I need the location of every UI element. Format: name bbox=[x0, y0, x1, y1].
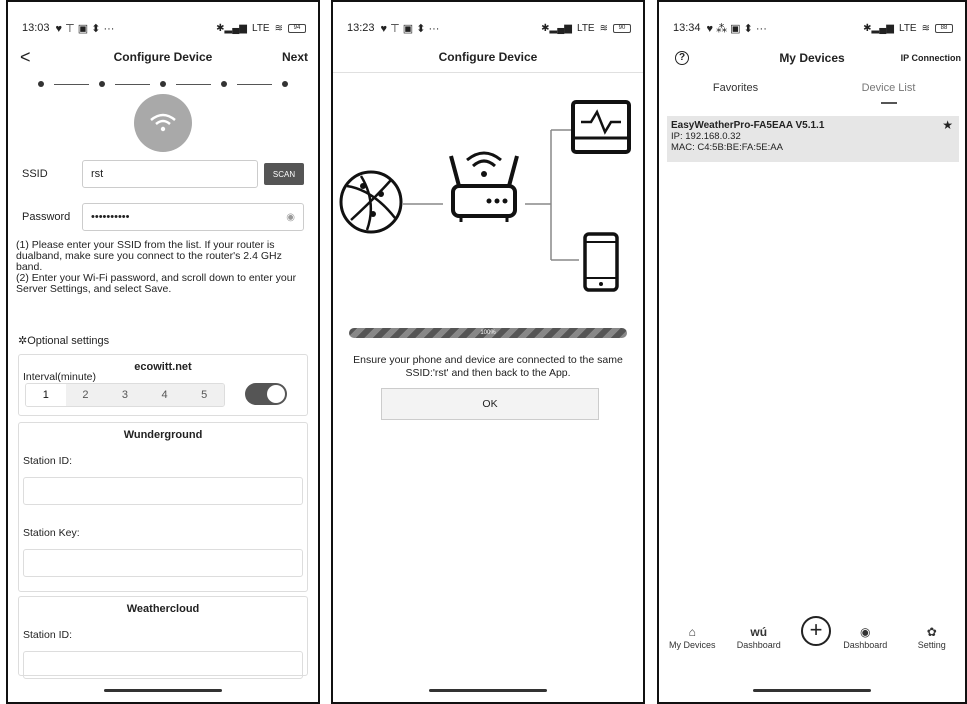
ssid-row: SSID rst SCAN bbox=[22, 159, 304, 189]
globe-icon bbox=[339, 170, 403, 234]
network-diagram bbox=[339, 100, 631, 292]
station-id-input[interactable] bbox=[23, 651, 303, 679]
device-mac: MAC: C4:5B:BE:FA:5E:AA bbox=[671, 142, 783, 153]
signal-icon: ✱▂▄▆ bbox=[541, 22, 572, 34]
station-id-label: Station ID: bbox=[23, 455, 73, 467]
step-dot bbox=[38, 81, 44, 87]
monitor-icon bbox=[571, 100, 631, 154]
step-dot bbox=[282, 81, 288, 87]
interval-option[interactable]: 4 bbox=[144, 384, 185, 406]
password-label: Password bbox=[22, 211, 71, 223]
password-value: •••••••••• bbox=[91, 211, 130, 223]
battery-icon: 94 bbox=[288, 23, 306, 33]
wu-icon: wú bbox=[750, 625, 768, 639]
status-time: 13:34 bbox=[673, 22, 701, 34]
wunderground-title: Wunderground bbox=[123, 429, 203, 441]
connection-message: Ensure your phone and device are connect… bbox=[353, 354, 623, 379]
dashboard-icon: ◉ bbox=[860, 625, 871, 639]
instructions-text: (1) Please enter your SSID from the list… bbox=[16, 239, 297, 295]
back-button[interactable]: < bbox=[20, 47, 31, 68]
status-bar: 13:03 ♥ ⊤ ▣ ⬍ ··· ✱▂▄▆ LTE ≋ 94 bbox=[22, 20, 306, 36]
star-icon[interactable]: ★ bbox=[942, 119, 953, 131]
tab-favorites[interactable]: Favorites bbox=[659, 82, 812, 108]
setting-icon: ✿ bbox=[926, 625, 937, 639]
tab-device-list[interactable]: Device List bbox=[812, 82, 965, 108]
phone-configure-progress: 13:23 ♥ ⊤ ▣ ⬍ ··· ✱▂▄▆ LTE ≋ 90 Configure De… bbox=[331, 0, 645, 704]
home-indicator bbox=[104, 689, 222, 692]
phone-icon bbox=[583, 232, 619, 292]
step-dot bbox=[99, 81, 105, 87]
interval-selector: 1 2 3 4 5 bbox=[25, 383, 225, 407]
ok-button[interactable]: OK bbox=[381, 388, 599, 420]
interval-option[interactable]: 2 bbox=[65, 384, 106, 406]
password-input[interactable]: •••••••••• ◉ bbox=[82, 203, 304, 231]
eye-icon[interactable]: ◉ bbox=[286, 212, 295, 223]
nav-my-devices[interactable]: ⌂ My Devices bbox=[663, 624, 721, 664]
ecowitt-toggle[interactable] bbox=[245, 383, 287, 405]
router-icon bbox=[449, 151, 519, 222]
interval-option[interactable]: 3 bbox=[105, 384, 145, 406]
help-icon[interactable]: ? bbox=[675, 51, 689, 65]
step-indicator bbox=[38, 80, 288, 88]
status-time: 13:03 bbox=[22, 22, 50, 34]
nav-dashboard[interactable]: ◉ Dashboard bbox=[836, 624, 894, 664]
wunderground-card: Wunderground Station ID: Station Key: bbox=[18, 422, 308, 592]
device-tabs: Favorites Device List bbox=[659, 82, 965, 108]
status-icons: ♥ ⊤ ▣ ⬍ ··· bbox=[380, 22, 440, 35]
weathercloud-title: Weathercloud bbox=[126, 603, 200, 615]
device-card[interactable]: EasyWeatherPro-FA5EAA V5.1.1 IP: 192.168… bbox=[667, 116, 959, 162]
interval-option[interactable]: 5 bbox=[184, 384, 224, 406]
optional-settings-title: ✲Optional settings bbox=[18, 335, 110, 347]
signal-icon: ✱▂▄▆ bbox=[863, 22, 894, 34]
ssid-input[interactable]: rst bbox=[82, 160, 258, 188]
gear-icon: ✲ bbox=[18, 335, 28, 347]
bottom-nav: ⌂ My Devices wú Dashboard ◉ Dashboard ✿ Sett… bbox=[659, 624, 965, 664]
page-title: Configure Device bbox=[438, 50, 538, 64]
nav-bar: ? My Devices IP Connection bbox=[659, 48, 965, 68]
scan-button[interactable]: SCAN bbox=[264, 163, 304, 185]
status-bar: 13:23 ♥ ⊤ ▣ ⬍ ··· ✱▂▄▆ LTE ≋ 90 bbox=[347, 20, 631, 36]
signal-icon: ✱▂▄▆ bbox=[216, 22, 247, 34]
nav-bar: < Configure Device Next bbox=[8, 42, 318, 72]
battery-icon: 90 bbox=[613, 23, 631, 33]
ecowitt-card: ecowitt.net Interval(minute) 1 2 3 4 5 bbox=[18, 354, 308, 416]
weathercloud-card: Weathercloud Station ID: bbox=[18, 596, 308, 679]
wifi-status-icon: ≋ bbox=[921, 22, 930, 34]
wifi-status-icon: ≋ bbox=[274, 22, 283, 34]
device-name: EasyWeatherPro-FA5EAA V5.1.1 bbox=[671, 120, 825, 131]
nav-wu-dashboard[interactable]: wú Dashboard bbox=[730, 624, 788, 664]
interval-option[interactable]: 1 bbox=[26, 384, 66, 406]
network-label: LTE bbox=[252, 22, 270, 34]
nav-bar: Configure Device bbox=[333, 42, 643, 72]
home-icon: ⌂ bbox=[688, 625, 696, 639]
station-id-input[interactable] bbox=[23, 477, 303, 505]
phone-my-devices: 13:34 ♥ ⁂ ▣ ⬍ ··· ✱▂▄▆ LTE ≋ 88 ? My Devices… bbox=[657, 0, 967, 704]
device-ip: IP: 192.168.0.32 bbox=[671, 131, 741, 142]
phone-configure-device: 13:03 ♥ ⊤ ▣ ⬍ ··· ✱▂▄▆ LTE ≋ 94 < Configure … bbox=[6, 0, 320, 704]
battery-icon: 88 bbox=[935, 23, 953, 33]
status-time: 13:23 bbox=[347, 22, 375, 34]
progress-bar: 100% bbox=[349, 328, 627, 338]
nav-setting[interactable]: ✿ Setting bbox=[903, 624, 961, 664]
network-label: LTE bbox=[577, 22, 595, 34]
network-label: LTE bbox=[899, 22, 917, 34]
ip-connection-button[interactable]: IP Connection bbox=[901, 53, 961, 63]
status-icons: ♥ ⊤ ▣ ⬍ ··· bbox=[55, 22, 115, 35]
home-indicator bbox=[429, 689, 547, 692]
page-title: Configure Device bbox=[113, 50, 213, 64]
wifi-status-icon: ≋ bbox=[599, 22, 608, 34]
home-indicator bbox=[753, 689, 871, 692]
password-row: Password •••••••••• ◉ bbox=[22, 202, 304, 232]
page-title: My Devices bbox=[779, 51, 845, 65]
status-bar: 13:34 ♥ ⁂ ▣ ⬍ ··· ✱▂▄▆ LTE ≋ 88 bbox=[673, 20, 953, 36]
wifi-icon bbox=[134, 94, 192, 152]
next-button[interactable]: Next bbox=[282, 50, 308, 64]
step-dot bbox=[221, 81, 227, 87]
step-dot bbox=[160, 81, 166, 87]
ssid-label: SSID bbox=[22, 168, 48, 180]
station-id-label: Station ID: bbox=[23, 629, 73, 641]
status-icons: ♥ ⁂ ▣ ⬍ ··· bbox=[706, 22, 767, 35]
station-key-label: Station Key: bbox=[23, 527, 80, 539]
station-key-input[interactable] bbox=[23, 549, 303, 577]
